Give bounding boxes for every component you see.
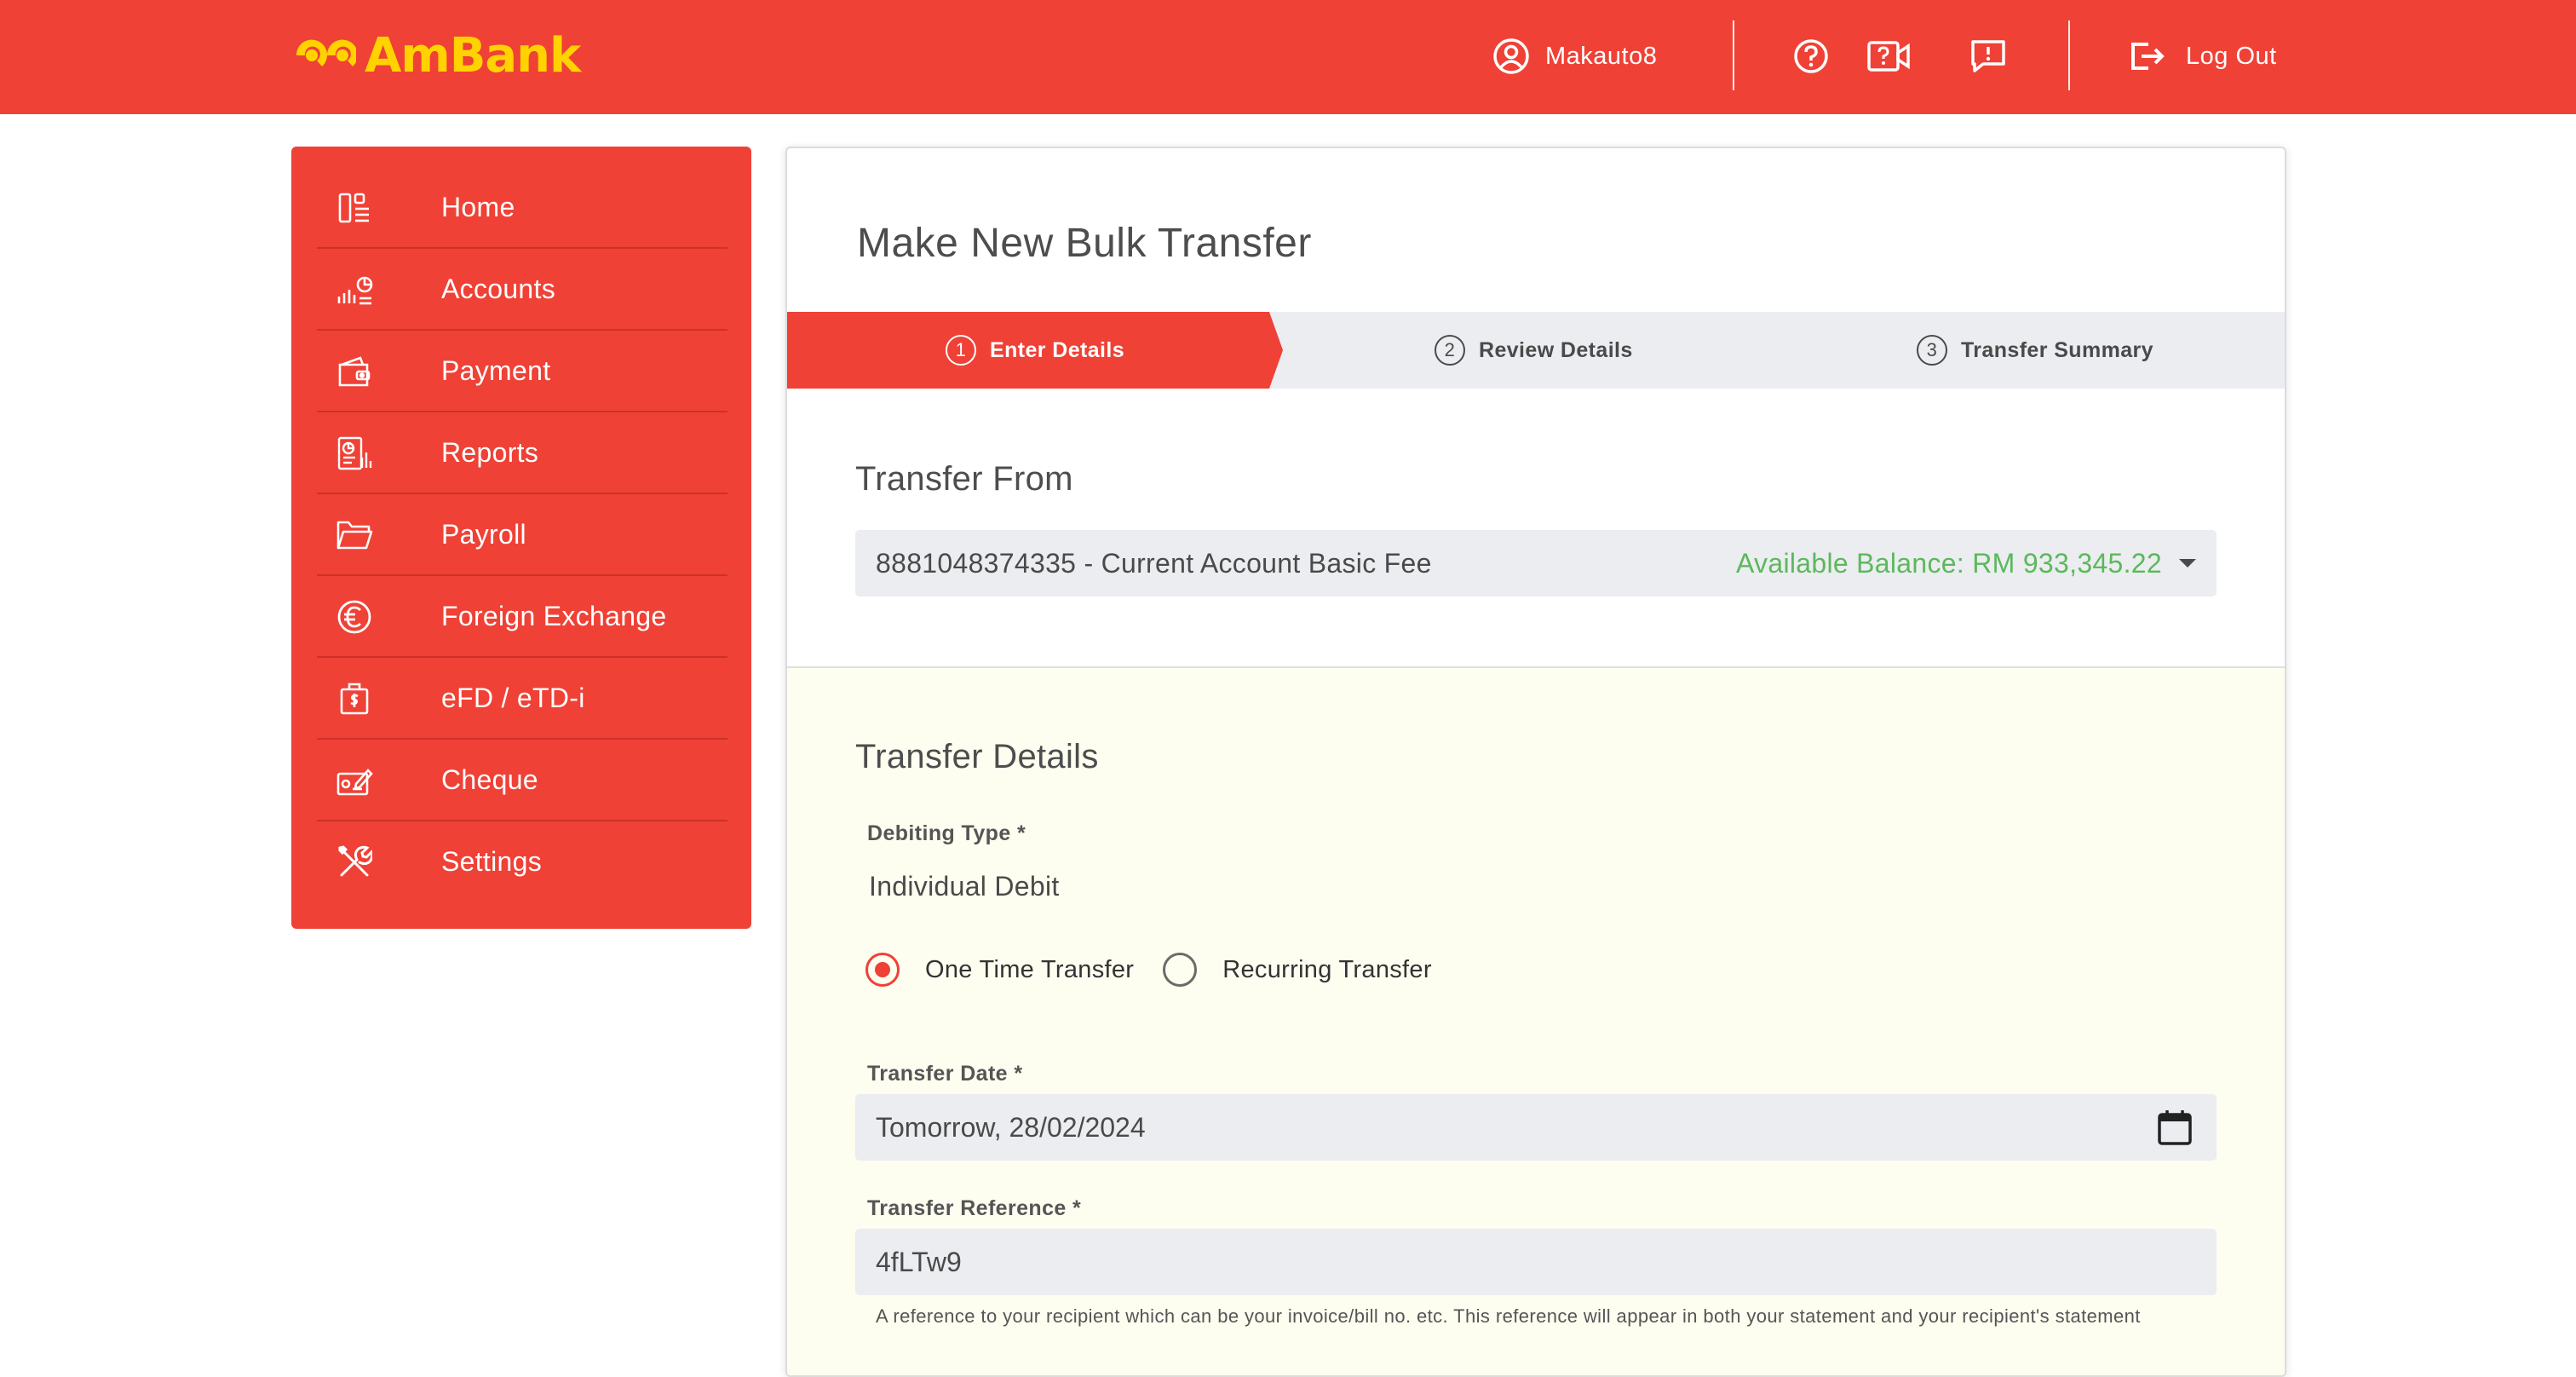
ambank-logo[interactable]: AmBank	[293, 24, 581, 87]
sidebar-item-efd-etdi[interactable]: eFD / eTD-i	[317, 658, 727, 740]
sidebar-item-label: eFD / eTD-i	[441, 682, 585, 713]
sidebar-item-payroll[interactable]: Payroll	[317, 494, 727, 576]
bulk-transfer-card: Make New Bulk Transfer 1 Enter Details 2…	[785, 147, 2286, 1377]
logout-button[interactable]: Log Out	[2130, 34, 2277, 78]
recurring-transfer-radio[interactable]	[1163, 953, 1198, 987]
ambank-logo-icon	[296, 39, 356, 66]
page-title: Make New Bulk Transfer	[857, 221, 1312, 266]
available-balance: Available Balance: RM 933,345.22	[1735, 547, 2162, 579]
sidebar-item-label: Cheque	[441, 763, 538, 795]
sidebar-item-reports[interactable]: Reports	[317, 412, 727, 494]
feedback-button[interactable]	[1966, 34, 2010, 78]
video-help-icon	[1867, 41, 1910, 72]
help-icon	[1794, 39, 1828, 73]
transfer-details-heading: Transfer Details	[855, 738, 1099, 775]
video-help-button[interactable]	[1867, 34, 1912, 78]
one-time-transfer-label[interactable]: One Time Transfer	[925, 956, 1134, 984]
cheque-icon	[336, 762, 373, 799]
user-profile[interactable]: Makauto8	[1492, 34, 1657, 78]
transfer-date-label: Transfer Date *	[867, 1062, 1023, 1086]
calendar-icon[interactable]	[2155, 1108, 2194, 1147]
folder-icon	[336, 516, 373, 554]
top-header: AmBank Makauto8 Log Out	[0, 0, 2576, 114]
accounts-chart-icon	[336, 271, 373, 308]
transfer-date-field[interactable]: Tomorrow, 28/02/2024	[855, 1094, 2217, 1161]
transfer-date-value: Tomorrow, 28/02/2024	[876, 1111, 1146, 1143]
brand-name: AmBank	[365, 27, 581, 84]
step-label: Review Details	[1479, 337, 1633, 362]
from-account-dropdown[interactable]: 8881048374335 - Current Account Basic Fe…	[855, 530, 2217, 596]
recurring-transfer-label[interactable]: Recurring Transfer	[1222, 956, 1432, 984]
sidebar-nav: Home Accounts Payment Reports Payroll Fo…	[317, 167, 727, 902]
help-button[interactable]	[1789, 34, 1833, 78]
sidebar-item-payment[interactable]: Payment	[317, 331, 727, 412]
step-number: 3	[1917, 335, 1947, 366]
step-transfer-summary: 3 Transfer Summary	[1917, 312, 2153, 389]
transfer-reference-input[interactable]	[855, 1229, 2217, 1295]
euro-icon	[336, 598, 373, 636]
sidebar-item-label: Payment	[441, 354, 551, 386]
debiting-type-label: Debiting Type *	[867, 821, 1026, 845]
sidebar-item-foreign-exchange[interactable]: Foreign Exchange	[317, 576, 727, 658]
chevron-down-icon	[2179, 559, 2196, 568]
tools-icon	[336, 844, 373, 881]
header-divider	[1733, 20, 1734, 90]
user-icon	[1493, 38, 1529, 74]
sidebar-item-label: Settings	[441, 845, 543, 877]
sidebar-item-label: Accounts	[441, 273, 556, 304]
sidebar-item-accounts[interactable]: Accounts	[317, 249, 727, 331]
wallet-icon	[336, 353, 373, 390]
step-enter-details: 1 Enter Details	[946, 312, 1124, 389]
debiting-type-value: Individual Debit	[869, 871, 1060, 902]
step-label: Enter Details	[990, 337, 1125, 362]
feedback-icon	[1971, 40, 2005, 72]
sidebar-item-label: Payroll	[441, 518, 526, 550]
header-divider	[2068, 20, 2070, 90]
deposit-bag-icon	[336, 680, 373, 717]
sidebar-item-label: Home	[441, 191, 515, 222]
step-review-details: 2 Review Details	[1435, 312, 1633, 389]
transfer-frequency-group: One Time Transfer Recurring Transfer	[865, 953, 1432, 987]
logout-icon	[2131, 43, 2165, 70]
step-label: Transfer Summary	[1961, 337, 2153, 362]
progress-stepper: 1 Enter Details 2 Review Details 3 Trans…	[787, 312, 2285, 389]
report-icon	[336, 435, 373, 472]
transfer-reference-label: Transfer Reference *	[867, 1196, 1082, 1220]
sidebar-item-settings[interactable]: Settings	[317, 821, 727, 902]
transfer-reference-help: A reference to your recipient which can …	[876, 1305, 2141, 1327]
sidebar-item-label: Reports	[441, 436, 539, 468]
sidebar-item-cheque[interactable]: Cheque	[317, 740, 727, 821]
sidebar-item-label: Foreign Exchange	[441, 600, 667, 631]
transfer-from-heading: Transfer From	[855, 460, 1073, 498]
selected-account: 8881048374335 - Current Account Basic Fe…	[876, 547, 1432, 579]
sidebar: Home Accounts Payment Reports Payroll Fo…	[291, 147, 751, 929]
step-number: 1	[946, 335, 976, 366]
one-time-transfer-radio[interactable]	[865, 953, 900, 987]
home-dashboard-icon	[336, 189, 373, 227]
logout-label: Log Out	[2186, 42, 2277, 70]
step-number: 2	[1435, 335, 1465, 366]
username: Makauto8	[1545, 42, 1658, 70]
sidebar-item-home[interactable]: Home	[317, 167, 727, 249]
